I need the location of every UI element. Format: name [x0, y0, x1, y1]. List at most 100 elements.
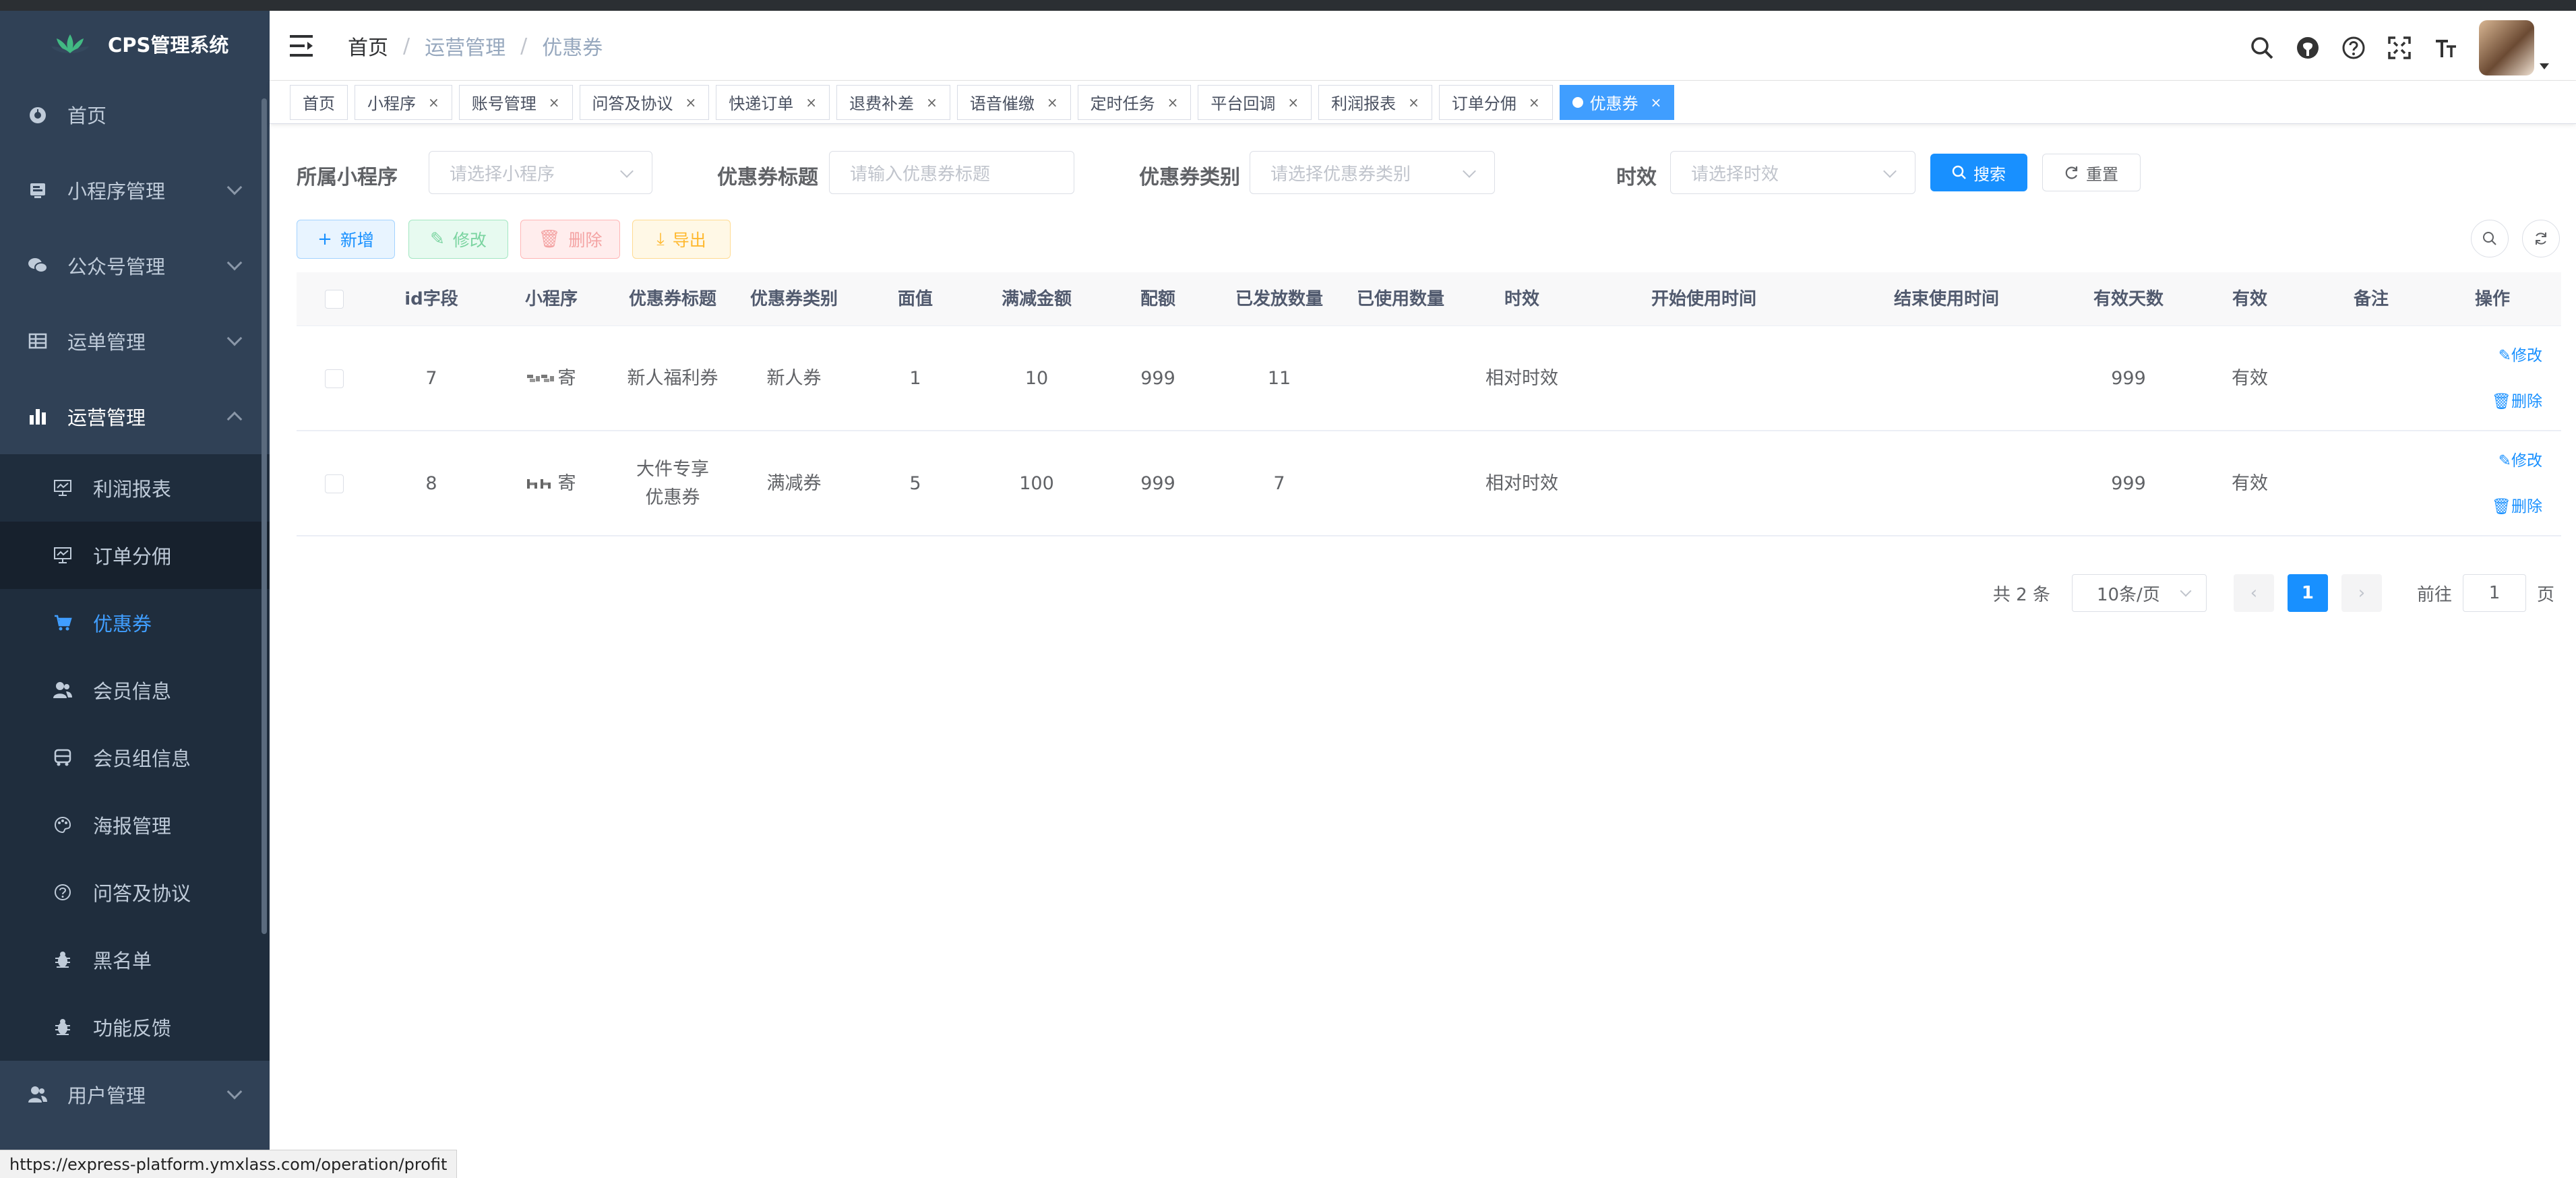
search-icon[interactable] [2248, 34, 2275, 61]
sidebar-item-home[interactable]: 首页 [0, 77, 270, 152]
tag-view-item[interactable]: 定时任务 × [1077, 84, 1192, 120]
sidebar-item-order-commission[interactable]: 订单分佣 [0, 522, 270, 589]
column-header[interactable]: 配额 [1097, 272, 1219, 326]
avatar[interactable] [2479, 20, 2534, 75]
cell-start-time [1583, 326, 1825, 431]
select-all-checkbox[interactable] [325, 290, 344, 309]
trash-icon: 🗑 [538, 229, 561, 249]
column-header[interactable]: id字段 [372, 272, 491, 326]
hamburger-icon[interactable] [290, 34, 317, 58]
column-header[interactable]: 时效 [1461, 272, 1583, 326]
close-icon[interactable]: × [805, 94, 817, 111]
sidebar-item-wechat[interactable]: 公众号管理 [0, 228, 270, 303]
delete-button[interactable]: 🗑 删除 [520, 220, 620, 259]
close-icon[interactable]: × [1047, 94, 1058, 111]
edit-icon: ✎ [2498, 452, 2511, 470]
sidebar-item-poster[interactable]: 海报管理 [0, 791, 270, 859]
chevron-down-icon [226, 330, 243, 346]
sidebar-item-member-group[interactable]: 会员组信息 [0, 724, 270, 791]
next-page-button[interactable]: › [2341, 574, 2382, 612]
column-header[interactable]: 已发放数量 [1219, 272, 1340, 326]
edit-button[interactable]: ✎ 修改 [408, 220, 508, 259]
toggle-search-button[interactable] [2471, 220, 2509, 257]
reset-button[interactable]: 重置 [2042, 154, 2141, 191]
sidebar-item-blacklist[interactable]: 黑名单 [0, 926, 270, 993]
column-header[interactable]: 已使用数量 [1340, 272, 1461, 326]
prev-page-button[interactable]: ‹ [2233, 574, 2274, 612]
tag-view-item[interactable]: 语音催缴 × [956, 84, 1071, 120]
sidebar-item-operation[interactable]: 运营管理 [0, 379, 270, 454]
tag-view-item[interactable]: 退费补差 × [836, 84, 950, 120]
close-icon[interactable]: × [1651, 94, 1662, 111]
table-row[interactable]: 7 寄 新人福利券 新人券 1 10 999 11 相对时效 999 有效 ✎ 修… [297, 326, 2561, 431]
goto-page-input[interactable]: 1 [2462, 574, 2526, 612]
row-checkbox[interactable] [325, 369, 344, 388]
sidebar-item-coupon[interactable]: 优惠券 [0, 589, 270, 656]
sidebar-item-waybill[interactable]: 运单管理 [0, 303, 270, 379]
tag-view-item[interactable]: 小程序 × [355, 84, 452, 120]
close-icon[interactable]: × [1408, 94, 1419, 111]
close-icon[interactable]: × [1167, 94, 1179, 111]
tag-view-item[interactable]: 订单分佣 × [1438, 84, 1553, 120]
font-size-icon[interactable] [2432, 34, 2459, 61]
sidebar-item-profit-report[interactable]: 利润报表 [0, 454, 270, 522]
breadcrumb-operation[interactable]: 运营管理 [425, 31, 505, 61]
column-header[interactable]: 备注 [2310, 272, 2432, 326]
column-header[interactable]: 小程序 [491, 272, 612, 326]
add-button[interactable]: + 新增 [297, 220, 395, 259]
table-row[interactable]: 8 寄 大件专享优惠券 满减券 5 100 999 7 相对时效 999 有效 … [297, 431, 2561, 536]
navbar-tools [2230, 20, 2549, 75]
column-header[interactable]: 优惠券类别 [733, 272, 855, 326]
fullscreen-icon[interactable] [2386, 34, 2413, 61]
sidebar-item-user-management[interactable]: 用户管理 [0, 1061, 270, 1128]
tag-view-item[interactable]: 账号管理 × [458, 84, 573, 120]
type-filter-label: 优惠券类别 [1139, 166, 1240, 189]
close-icon[interactable]: × [428, 94, 439, 111]
tag-view-item[interactable]: 首页 [290, 84, 348, 120]
validity-select[interactable]: 请选择时效 [1670, 151, 1915, 194]
sidebar-item-qa-agreement[interactable]: 问答及协议 [0, 859, 270, 926]
miniapp-select[interactable]: 请选择小程序 [429, 151, 652, 194]
close-icon[interactable]: × [926, 94, 938, 111]
sidebar-item-miniapp[interactable]: 小程序管理 [0, 152, 270, 228]
export-button[interactable]: ⤓ 导出 [632, 220, 731, 259]
column-header[interactable]: 操作 [2432, 272, 2553, 326]
column-header[interactable]: 有效天数 [2068, 272, 2189, 326]
close-icon[interactable]: × [1287, 94, 1299, 111]
chevron-up-icon [226, 411, 243, 427]
column-header[interactable]: 面值 [855, 272, 976, 326]
sidebar-scrollbar[interactable] [262, 98, 267, 934]
help-icon[interactable] [2340, 34, 2367, 61]
logo[interactable]: CPS管理系统 [0, 11, 270, 77]
page-number-button[interactable]: 1 [2287, 574, 2328, 612]
search-button[interactable]: 搜索 [1930, 154, 2027, 191]
refresh-table-button[interactable] [2522, 220, 2560, 257]
row-edit-link[interactable]: ✎ 修改 [2498, 447, 2542, 475]
row-checkbox[interactable] [325, 474, 344, 493]
close-icon[interactable]: × [549, 94, 560, 111]
column-header[interactable]: 有效 [2189, 272, 2310, 326]
close-icon[interactable]: × [685, 94, 697, 111]
column-header[interactable]: 优惠券标题 [612, 272, 733, 326]
tag-view-item[interactable]: 问答及协议 × [579, 84, 710, 120]
type-select[interactable]: 请选择优惠券类别 [1250, 151, 1495, 194]
sidebar-item-member-info[interactable]: 会员信息 [0, 656, 270, 724]
column-header[interactable]: 结束使用时间 [1825, 272, 2068, 326]
row-delete-link[interactable]: 🗑 删除 [2492, 493, 2542, 521]
column-header[interactable]: 开始使用时间 [1583, 272, 1825, 326]
breadcrumb-home[interactable]: 首页 [348, 31, 388, 61]
github-icon[interactable] [2294, 34, 2321, 61]
tag-view-item[interactable]: 快递订单 × [716, 84, 830, 120]
column-header[interactable]: 满减金额 [976, 272, 1097, 326]
tag-view-item[interactable]: 平台回调 × [1198, 84, 1312, 120]
close-icon[interactable]: × [1529, 94, 1540, 111]
row-edit-link[interactable]: ✎ 修改 [2498, 342, 2542, 370]
caret-down-icon[interactable] [2540, 63, 2549, 69]
sidebar-item-feedback[interactable]: 功能反馈 [0, 993, 270, 1061]
monitor-icon [53, 545, 73, 565]
row-delete-link[interactable]: 🗑 删除 [2492, 388, 2542, 416]
tag-view-item[interactable]: 利润报表 × [1318, 84, 1432, 120]
tag-view-item[interactable]: 优惠券 × [1559, 84, 1675, 120]
title-input[interactable]: 请输入优惠券标题 [829, 151, 1074, 194]
page-size-select[interactable]: 10条/页 [2071, 574, 2207, 612]
